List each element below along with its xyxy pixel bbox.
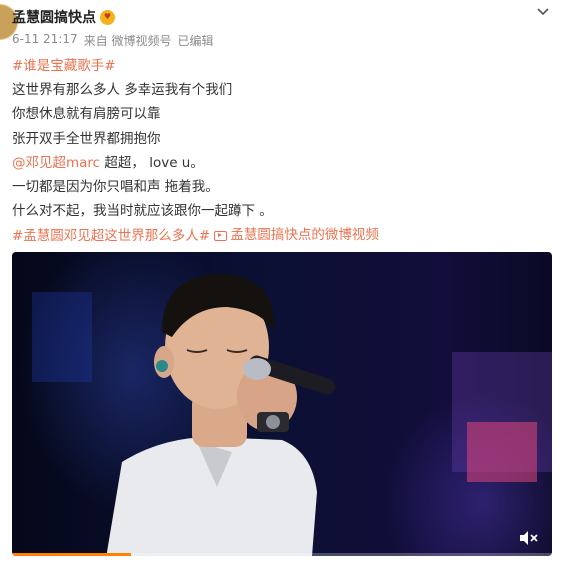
chevron-down-icon[interactable] xyxy=(535,6,551,18)
text-line: 一切都是因为你只唱和声 拖着我。 xyxy=(12,179,219,196)
timestamp[interactable]: 6-11 21:17 xyxy=(12,32,78,49)
video-icon xyxy=(214,230,228,241)
text-line: 张开双手全世界都拥抱你 xyxy=(12,130,161,147)
progress-bar[interactable] xyxy=(12,553,552,556)
edited-label[interactable]: 已编辑 xyxy=(177,32,213,49)
post-content: #谁是宝藏歌手# 这世界有那么多人 多幸运我有个我们 你想休息就有肩膀可以靠 张… xyxy=(12,54,551,249)
hashtag-link[interactable]: #孟慧圆邓见超这世界那么多人# xyxy=(12,229,210,245)
text-line: 这世界有那么多人 多幸运我有个我们 xyxy=(12,82,233,99)
video-link-label: 孟慧圆搞快点的微博视频 xyxy=(230,227,379,244)
post-header: 孟慧圆搞快点 ♥ 6-11 21:17 来自 微博视频号 已编辑 xyxy=(12,6,563,49)
gold-heart-eyes-badge-icon: ♥ xyxy=(100,9,115,25)
text-line: 你想休息就有肩膀可以靠 xyxy=(12,106,161,123)
mention-link[interactable]: @邓见超marc xyxy=(12,155,100,171)
text-line: 什么对不起，我当时就应该跟你一起蹲下 。 xyxy=(12,203,273,220)
mention-line: @邓见超marc 超超， love u。 xyxy=(12,151,551,175)
author-row: 孟慧圆搞快点 ♥ xyxy=(12,6,563,28)
links-line: #孟慧圆邓见超这世界那么多人# 孟慧圆搞快点的微博视频 xyxy=(12,223,551,248)
speaker-muted-icon[interactable] xyxy=(518,530,538,546)
author-name[interactable]: 孟慧圆搞快点 xyxy=(12,7,96,27)
mention-tail: 超超， love u。 xyxy=(100,154,204,171)
video-player[interactable] xyxy=(12,252,552,556)
post-meta: 6-11 21:17 来自 微博视频号 已编辑 xyxy=(12,32,563,49)
source: 来自 微博视频号 xyxy=(83,34,172,48)
progress-fill xyxy=(12,553,131,556)
video-link[interactable]: 孟慧圆搞快点的微博视频 xyxy=(214,223,379,247)
hashtag-link[interactable]: #谁是宝藏歌手# xyxy=(12,58,116,74)
video-frame xyxy=(32,274,552,556)
